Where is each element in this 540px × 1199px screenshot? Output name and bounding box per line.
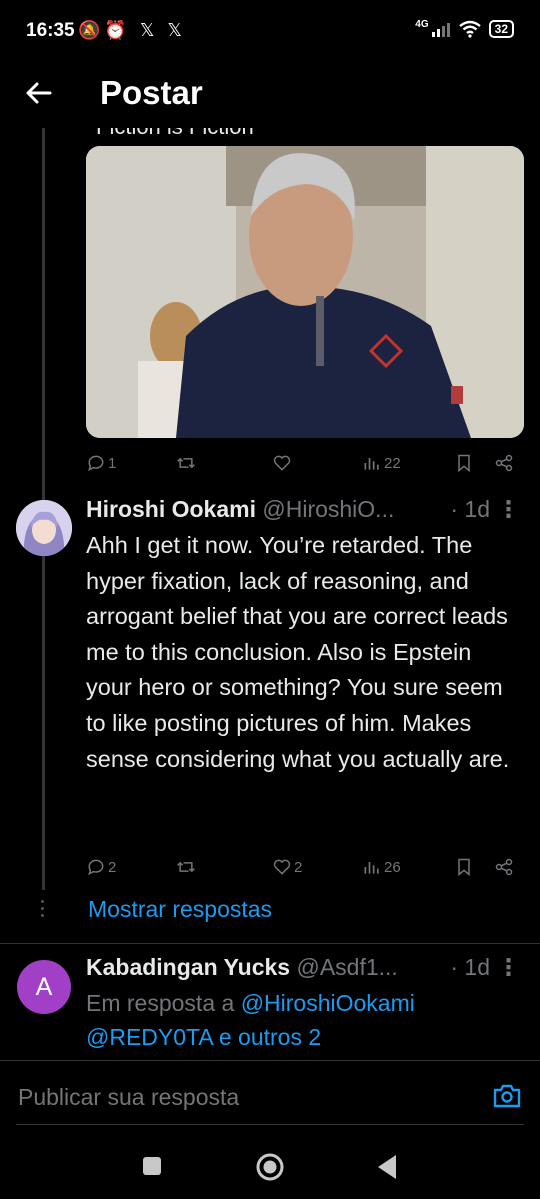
recents-icon[interactable] xyxy=(142,1156,162,1176)
back-arrow-icon[interactable] xyxy=(22,76,56,110)
others-link[interactable]: e outros 2 xyxy=(219,1024,321,1050)
status-right: 4G 32 xyxy=(415,18,514,38)
bookmark-icon xyxy=(458,454,470,473)
camera-icon[interactable] xyxy=(492,1082,522,1110)
tweet-header: Hiroshi Ookami @HiroshiO... · 1d ⋮ xyxy=(86,496,526,526)
home-icon[interactable] xyxy=(255,1152,285,1182)
mention-link[interactable]: @HiroshiOokami xyxy=(241,990,415,1016)
battery-indicator: 32 xyxy=(488,20,514,38)
retweet-icon xyxy=(177,457,195,469)
tweet-body: Ahh I get it now. You’re retarded. The h… xyxy=(86,532,510,772)
status-time: 16:35 xyxy=(26,20,75,41)
views-button[interactable]: 22 xyxy=(362,453,401,473)
share-icon xyxy=(495,858,513,876)
tweet-time: · 1d xyxy=(450,954,490,980)
views-count: 26 xyxy=(384,858,401,876)
author-name[interactable]: Hiroshi Ookami xyxy=(86,496,256,522)
reply-count: 2 xyxy=(108,858,117,876)
wifi-icon xyxy=(458,20,481,38)
retweet-button[interactable] xyxy=(176,857,196,877)
system-nav-bar xyxy=(0,1130,540,1199)
tweet-actions: 2 2 26 xyxy=(86,854,526,880)
views-button[interactable]: 26 xyxy=(362,857,401,877)
network-label: 4G xyxy=(415,18,429,30)
divider xyxy=(0,1060,540,1061)
reply-button[interactable]: 1 xyxy=(86,453,116,473)
tweet-photo[interactable] xyxy=(86,146,524,438)
back-triangle-icon[interactable] xyxy=(376,1154,398,1180)
like-count: 2 xyxy=(294,858,303,876)
tweet-time: · 1d xyxy=(450,496,490,522)
show-replies-link[interactable]: Mostrar respostas xyxy=(88,896,272,923)
avatar-illustration xyxy=(16,500,72,556)
thread-more-dots xyxy=(41,900,46,921)
bookmark-button[interactable] xyxy=(454,857,474,877)
author-name[interactable]: Kabadingan Yucks xyxy=(86,954,290,980)
reply-composer xyxy=(0,1070,540,1128)
more-options-icon[interactable]: ⋮ xyxy=(497,954,520,981)
retweet-button[interactable] xyxy=(176,453,196,473)
author-handle[interactable]: @HiroshiO... xyxy=(262,496,394,522)
share-button[interactable] xyxy=(494,857,514,877)
reply-icon xyxy=(88,859,104,876)
reply-button[interactable]: 2 xyxy=(86,857,116,877)
page-title: Postar xyxy=(100,74,203,111)
status-bar: 16:35 🔕⏰ 𝕏 𝕏 4G 32 xyxy=(0,0,540,64)
signal-icon xyxy=(431,23,450,37)
like-button[interactable] xyxy=(272,453,292,473)
share-button[interactable] xyxy=(494,453,514,473)
views-icon xyxy=(364,458,379,470)
reply-tweet-header: Kabadingan Yucks @Asdf1... · 1d ⋮ xyxy=(86,954,526,981)
avatar[interactable] xyxy=(16,500,72,556)
bookmark-icon xyxy=(458,858,470,877)
mention-link[interactable]: @REDY0TA xyxy=(86,1024,212,1050)
reply-input[interactable] xyxy=(18,1084,438,1111)
reply-count: 1 xyxy=(108,454,117,472)
views-count: 22 xyxy=(384,454,401,472)
more-options-icon[interactable]: ⋮ xyxy=(497,496,520,523)
share-icon xyxy=(495,454,513,472)
like-button[interactable]: 2 xyxy=(272,857,302,877)
views-icon xyxy=(364,862,379,874)
status-notification-icons: 🔕⏰ 𝕏 𝕏 xyxy=(78,20,186,40)
reply-icon xyxy=(88,455,104,472)
avatar[interactable]: A xyxy=(17,960,71,1014)
retweet-icon xyxy=(177,861,195,873)
composer-underline xyxy=(16,1124,524,1125)
heart-icon xyxy=(273,859,291,875)
heart-icon xyxy=(273,455,291,471)
bookmark-button[interactable] xyxy=(454,453,474,473)
replying-to: Em resposta a @HiroshiOokami @REDY0TA e … xyxy=(86,986,522,1054)
previous-tweet-actions: 1 22 xyxy=(86,450,526,476)
divider xyxy=(0,943,540,944)
author-handle[interactable]: @Asdf1... xyxy=(296,954,397,980)
reply-prefix: Em resposta a xyxy=(86,990,235,1016)
app-header: Postar xyxy=(0,64,540,128)
photo-illustration xyxy=(86,146,524,438)
